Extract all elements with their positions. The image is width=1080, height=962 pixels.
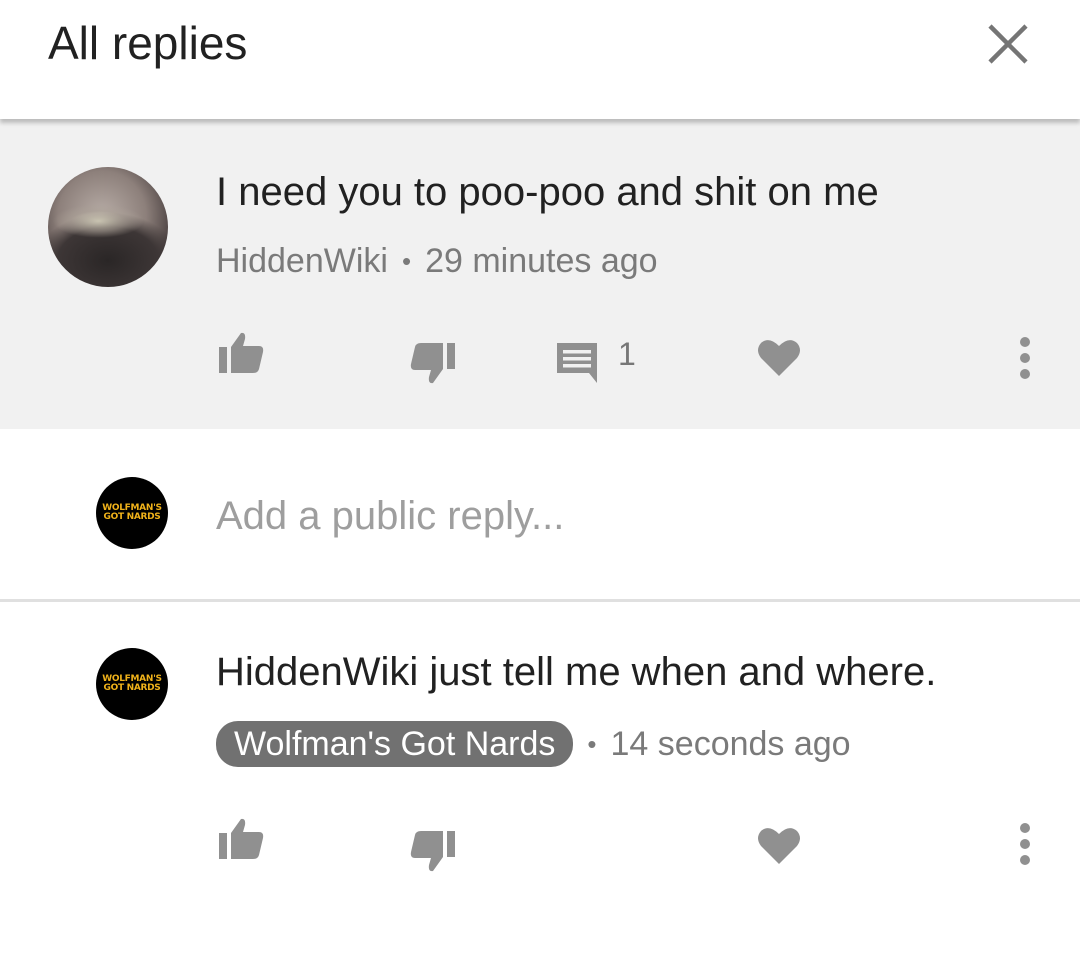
reply-input[interactable]	[216, 490, 1016, 542]
comment-time: 29 minutes ago	[425, 242, 658, 280]
avatar-text: GOT NARDS	[103, 512, 161, 522]
comment-author[interactable]: HiddenWiki	[216, 240, 388, 282]
more-options-button[interactable]	[1008, 334, 1042, 382]
reply-count: 1	[618, 336, 636, 372]
reply-text: HiddenWiki just tell me when and where.	[216, 650, 937, 694]
replies-header: All replies	[0, 0, 1080, 119]
comment-text: I need you to poo-poo and shit on me	[216, 170, 879, 214]
meta-separator: •	[401, 246, 412, 276]
heart-button[interactable]	[756, 336, 802, 378]
avatar: WOLFMAN'S GOT NARDS	[96, 477, 168, 549]
header-title: All replies	[48, 17, 248, 69]
reply-author-badge[interactable]: Wolfman's Got Nards	[216, 721, 574, 767]
reply-meta: Wolfman's Got Nards • 14 seconds ago	[216, 721, 851, 767]
thumb-up-icon	[219, 818, 264, 859]
reply-button[interactable]	[554, 338, 600, 384]
comment-meta: HiddenWiki • 29 minutes ago	[216, 240, 658, 282]
reply-time: 14 seconds ago	[610, 725, 851, 763]
heart-button[interactable]	[756, 824, 802, 866]
thumb-up-icon	[219, 332, 264, 373]
more-options-button[interactable]	[1008, 820, 1042, 868]
heart-icon	[758, 340, 800, 376]
thumb-down-icon	[410, 343, 455, 384]
more-vert-icon	[1020, 823, 1030, 865]
heart-icon	[758, 828, 800, 864]
close-button[interactable]	[980, 16, 1036, 72]
avatar[interactable]: WOLFMAN'S GOT NARDS	[96, 648, 168, 720]
dislike-button[interactable]	[408, 828, 458, 874]
avatar[interactable]	[48, 167, 168, 287]
reply-icon	[557, 343, 597, 383]
like-button[interactable]	[216, 330, 266, 376]
meta-separator: •	[587, 729, 597, 759]
more-vert-icon	[1020, 337, 1030, 379]
thumb-down-icon	[410, 831, 455, 872]
avatar-text: GOT NARDS	[103, 683, 161, 693]
like-button[interactable]	[216, 816, 266, 862]
dislike-button[interactable]	[408, 340, 458, 386]
close-icon	[988, 24, 1028, 64]
